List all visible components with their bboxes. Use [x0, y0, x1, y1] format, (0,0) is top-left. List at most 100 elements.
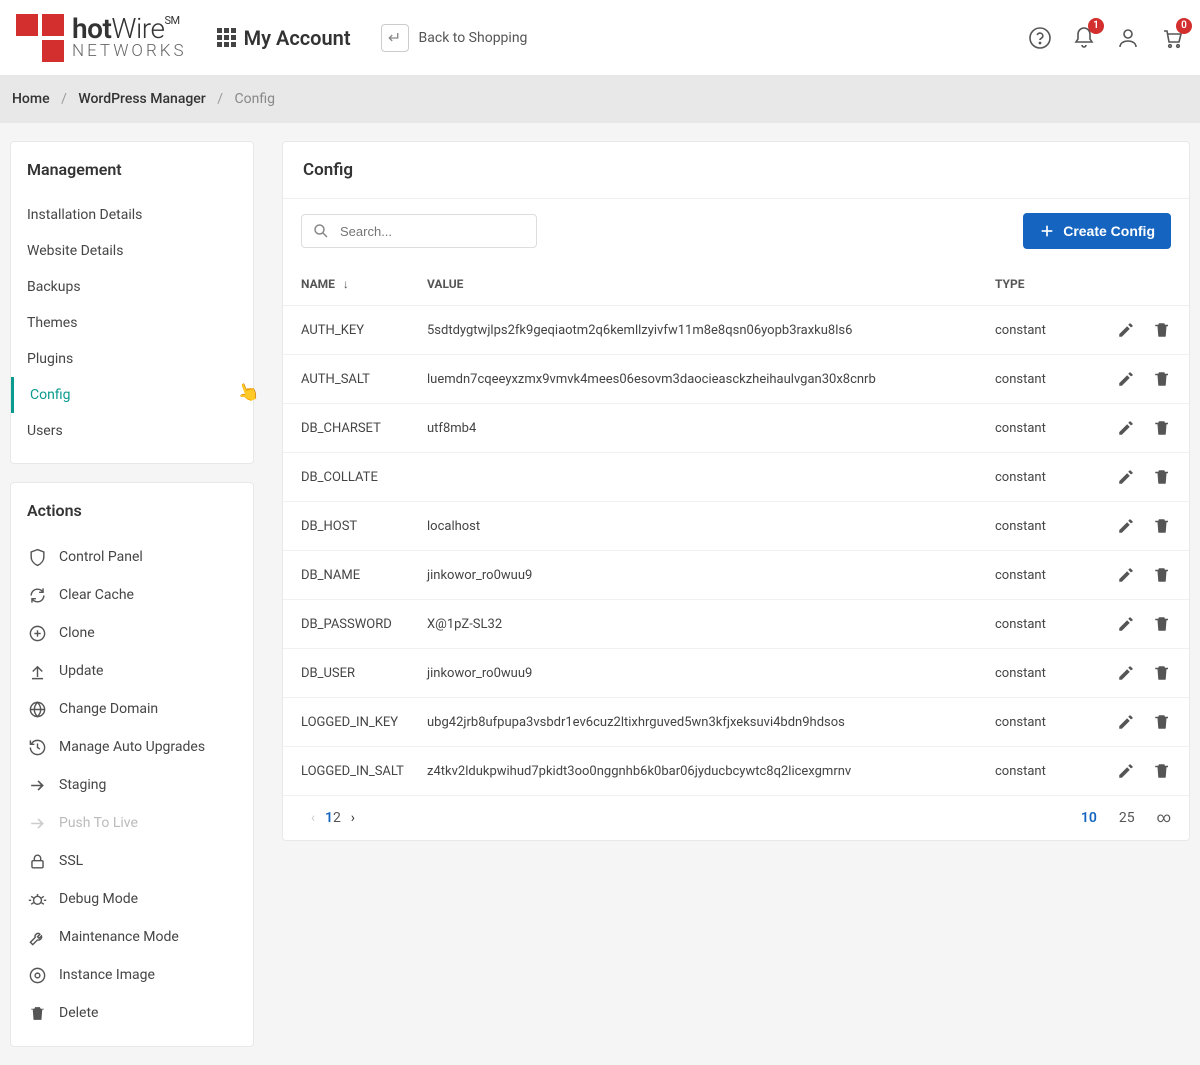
edit-icon[interactable]	[1117, 713, 1135, 731]
my-account-label[interactable]: My Account	[244, 26, 351, 50]
action-update[interactable]: Update	[11, 652, 253, 690]
breadcrumb-home[interactable]: Home	[12, 91, 50, 107]
notifications-icon[interactable]: 1	[1072, 26, 1096, 50]
action-label: Change Domain	[59, 701, 158, 717]
globe-icon	[27, 699, 47, 719]
page-2[interactable]: 2	[333, 810, 341, 826]
column-header-type[interactable]: TYPE	[995, 277, 1095, 291]
breadcrumb: Home / WordPress Manager / Config	[0, 75, 1200, 123]
create-config-button[interactable]: Create Config	[1023, 213, 1171, 249]
delete-icon[interactable]	[1153, 566, 1171, 584]
action-label: SSL	[59, 853, 83, 869]
table-row: DB_COLLATE constant	[283, 453, 1189, 502]
sidebar-item-users[interactable]: Users	[11, 413, 253, 449]
table-row: DB_HOSTlocalhostconstant	[283, 502, 1189, 551]
action-label: Maintenance Mode	[59, 929, 179, 945]
delete-icon[interactable]	[1153, 517, 1171, 535]
page-next-icon[interactable]: ›	[341, 810, 365, 826]
breadcrumb-wordpress-manager[interactable]: WordPress Manager	[78, 91, 205, 107]
edit-icon[interactable]	[1117, 664, 1135, 682]
action-staging[interactable]: Staging	[11, 766, 253, 804]
table-row: DB_CHARSETutf8mb4constant	[283, 404, 1189, 453]
sidebar-item-plugins[interactable]: Plugins	[11, 341, 253, 377]
edit-icon[interactable]	[1117, 468, 1135, 486]
page-size-10[interactable]: 10	[1081, 810, 1097, 826]
edit-icon[interactable]	[1117, 321, 1135, 339]
bug-icon	[27, 889, 47, 909]
action-delete[interactable]: Delete	[11, 994, 253, 1032]
plus-icon	[1039, 223, 1055, 239]
action-label: Instance Image	[59, 967, 155, 983]
cell-value: localhost	[423, 519, 995, 534]
delete-icon[interactable]	[1153, 664, 1171, 682]
cell-type: constant	[995, 519, 1095, 534]
edit-icon[interactable]	[1117, 370, 1135, 388]
edit-icon[interactable]	[1117, 517, 1135, 535]
plus-circle-icon	[27, 623, 47, 643]
page-prev-icon[interactable]: ‹	[301, 810, 325, 826]
refresh-icon	[27, 585, 47, 605]
sidebar-item-installation-details[interactable]: Installation Details	[11, 197, 253, 233]
brand-sm: SM	[164, 14, 179, 27]
table-row: DB_USERjinkowor_ro0wuu9constant	[283, 649, 1189, 698]
help-icon[interactable]	[1028, 26, 1052, 50]
search-input[interactable]	[340, 224, 526, 239]
action-instance-image[interactable]: Instance Image	[11, 956, 253, 994]
cursor-hand-icon: 👆	[234, 379, 262, 406]
search-input-wrap	[301, 214, 537, 248]
column-header-value[interactable]: VALUE	[423, 277, 995, 291]
sidebar-item-config[interactable]: Config👆	[11, 377, 253, 413]
action-change-domain[interactable]: Change Domain	[11, 690, 253, 728]
edit-icon[interactable]	[1117, 615, 1135, 633]
cell-type: constant	[995, 421, 1095, 436]
sidebar-item-backups[interactable]: Backups	[11, 269, 253, 305]
action-label: Push To Live	[59, 815, 138, 831]
cell-type: constant	[995, 470, 1095, 485]
cell-value: ubg42jrb8ufpupa3vsbdr1ev6cuz2ltixhrguved…	[423, 715, 995, 730]
page-size-∞[interactable]: ∞	[1157, 810, 1171, 826]
apps-icon[interactable]	[217, 28, 236, 47]
action-maintenance-mode[interactable]: Maintenance Mode	[11, 918, 253, 956]
cell-value: 5sdtdygtwjlps2fk9geqiaotm2q6kemllzyivfw1…	[423, 323, 995, 338]
cell-value: X@1pZ-SL32	[423, 617, 995, 632]
delete-icon[interactable]	[1153, 370, 1171, 388]
delete-icon[interactable]	[1153, 321, 1171, 339]
history-icon	[27, 737, 47, 757]
app-header: hotWireSM NETWORKS My Account ↵ Back to …	[0, 0, 1200, 75]
action-label: Debug Mode	[59, 891, 138, 907]
brand-bottom: NETWORKS	[72, 43, 187, 60]
user-icon[interactable]	[1116, 26, 1140, 50]
action-manage-auto-upgrades[interactable]: Manage Auto Upgrades	[11, 728, 253, 766]
delete-icon[interactable]	[1153, 468, 1171, 486]
delete-icon[interactable]	[1153, 713, 1171, 731]
sidebar-item-themes[interactable]: Themes	[11, 305, 253, 341]
sidebar-item-website-details[interactable]: Website Details	[11, 233, 253, 269]
action-clone[interactable]: Clone	[11, 614, 253, 652]
sort-arrow-down-icon: ↓	[343, 277, 349, 291]
edit-icon[interactable]	[1117, 419, 1135, 437]
action-control-panel[interactable]: Control Panel	[11, 538, 253, 576]
delete-icon[interactable]	[1153, 762, 1171, 780]
cell-name: DB_COLLATE	[283, 470, 423, 485]
upload-icon	[27, 661, 47, 681]
table-row: LOGGED_IN_SALTz4tkv2ldukpwihud7pkidt3oo0…	[283, 747, 1189, 796]
action-clear-cache[interactable]: Clear Cache	[11, 576, 253, 614]
delete-icon[interactable]	[1153, 615, 1171, 633]
cell-type: constant	[995, 666, 1095, 681]
action-ssl[interactable]: SSL	[11, 842, 253, 880]
edit-icon[interactable]	[1117, 566, 1135, 584]
cell-type: constant	[995, 568, 1095, 583]
edit-icon[interactable]	[1117, 762, 1135, 780]
page-size-25[interactable]: 25	[1119, 810, 1135, 826]
cell-name: DB_USER	[283, 666, 423, 681]
delete-icon[interactable]	[1153, 419, 1171, 437]
action-label: Control Panel	[59, 549, 143, 565]
brand-logo[interactable]: hotWireSM NETWORKS	[16, 14, 187, 62]
back-to-shopping-button[interactable]: ↵ Back to Shopping	[381, 24, 528, 52]
column-header-name[interactable]: NAME↓	[283, 277, 423, 291]
page-1[interactable]: 1	[325, 810, 333, 826]
action-debug-mode[interactable]: Debug Mode	[11, 880, 253, 918]
action-label: Delete	[59, 1005, 98, 1021]
cart-icon[interactable]: 0	[1160, 26, 1184, 50]
lock-icon	[27, 851, 47, 871]
